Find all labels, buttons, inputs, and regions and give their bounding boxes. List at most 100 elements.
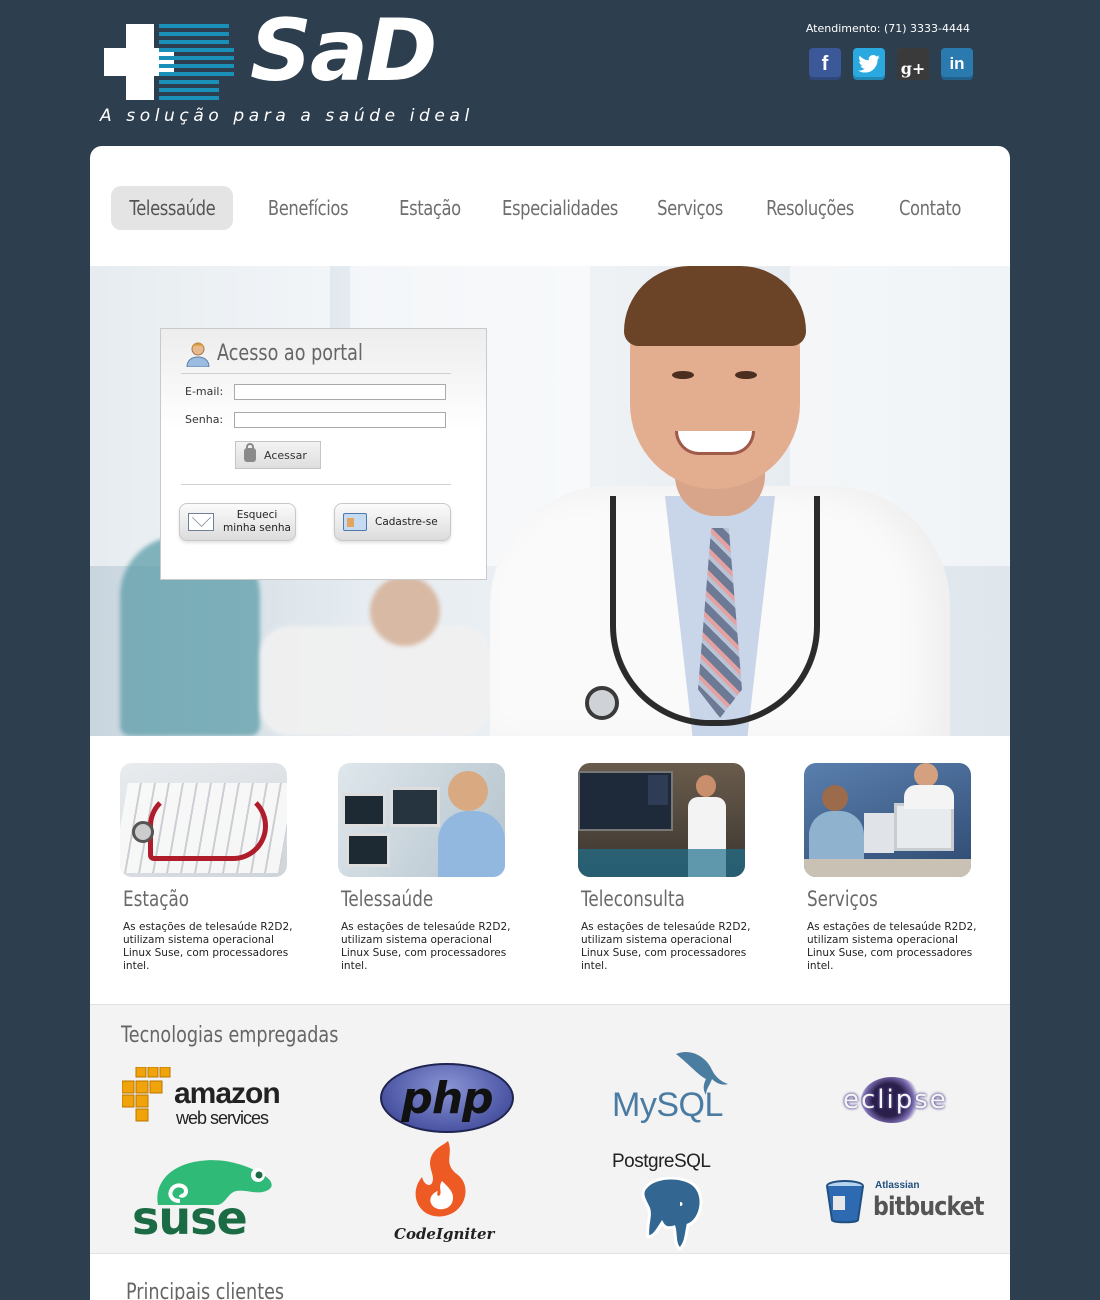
forgot-password-label: Esqueci minha senha [223,509,291,534]
elephant-icon [641,1177,703,1251]
codeigniter-logo: CodeIgniter [390,1141,495,1249]
doctor-eye [735,371,757,379]
postgresql-wordmark: PostgreSQL [612,1151,711,1172]
feature-title: Teleconsulta [581,887,685,911]
feature-card-telessaude[interactable]: Telessaúde As estações de telesaúde R2D2… [338,763,528,973]
feature-image [120,763,287,877]
aws-cubes-icon [122,1067,171,1122]
feature-image [578,763,745,877]
forgot-password-button[interactable]: Esqueci minha senha [179,503,296,541]
feature-image [338,763,505,877]
codeigniter-wordmark: CodeIgniter [394,1225,495,1243]
feature-text: As estações de telesaúde R2D2, utilizam … [123,921,293,972]
contact-phone: Atendimento: (71) 3333-4444 [805,22,970,35]
divider [181,484,451,485]
person-figure [822,785,848,811]
feature-title: Telessaúde [341,887,434,911]
flame-icon [415,1141,466,1217]
eclipse-logo: eclipse [835,1077,975,1127]
suse-wordmark: suse [132,1191,248,1245]
bitbucket-logo: Atlassian bitbucket [825,1180,984,1230]
divider [181,373,451,374]
login-submit-button[interactable]: Acessar [235,441,321,469]
feature-title: Estação [123,887,190,911]
hero-patient-figure [370,576,440,646]
nav-item-beneficios[interactable]: Benefícios [259,186,357,230]
bitbucket-wordmark: bitbucket [873,1192,984,1222]
register-label: Cadastre-se [375,515,438,528]
contact-card-icon [343,513,367,531]
feature-text: As estações de telesaúde R2D2, utilizam … [341,921,511,972]
feature-card-estacao[interactable]: Estação As estações de telesaúde R2D2, u… [120,763,310,973]
nav-item-telessaude[interactable]: Telessaúde [111,186,233,230]
main-panel: Telessaúde Benefícios Estação Especialid… [90,146,1010,1300]
doctor-smile [675,431,755,455]
hero-bed-figure [260,626,490,736]
register-button[interactable]: Cadastre-se [334,503,451,541]
desk-shape [804,859,971,877]
eclipse-wordmark: eclipse [843,1085,948,1115]
hero-banner: Acesso ao portal E-mail: Senha: Acessar … [90,266,1010,736]
php-wordmark: php [401,1072,493,1124]
login-submit-label: Acessar [264,448,307,462]
atlassian-label: Atlassian [875,1180,920,1191]
login-box: Acesso ao portal E-mail: Senha: Acessar … [160,328,487,580]
stethoscope-tube [610,496,820,726]
monitor-shape [342,793,386,827]
google-plus-icon[interactable]: g+ [897,48,929,80]
site-logo[interactable]: SaD A solução para a saúde ideal [100,8,469,134]
technologies-section: Tecnologias empregadas amazon web servic… [90,1004,1010,1254]
logo-wordmark: SaD [250,1,437,101]
nav-item-resolucoes[interactable]: Resoluções [761,186,859,230]
twitter-icon[interactable] [853,48,885,80]
logo-tagline: A solução para a saúde ideal [100,106,474,126]
email-field[interactable] [234,384,446,400]
cross-logo-icon [104,24,234,100]
postgresql-logo: PostgreSQL [610,1151,740,1251]
feature-text: As estações de telesaúde R2D2, utilizam … [581,921,751,972]
nav-item-servicos[interactable]: Serviços [645,186,735,230]
doctor-eye [672,371,694,379]
user-icon [186,342,210,367]
nurse-uniform [438,811,505,877]
envelope-icon [188,513,214,531]
nav-item-contato[interactable]: Contato [885,186,975,230]
technologies-title: Tecnologias empregadas [121,1023,339,1048]
password-label: Senha: [185,413,224,426]
linkedin-icon[interactable]: in [941,48,973,80]
doctor-figure [696,775,716,797]
monitor-shape [346,833,390,867]
amazon-wordmark: amazon [174,1077,281,1110]
monitor-shape [390,787,440,827]
doctor-figure [914,763,938,787]
amazon-web-services-logo: amazon web services [122,1067,292,1129]
social-links: f g+ in [809,48,973,80]
feature-card-servicos[interactable]: Serviços As estações de telesaúde R2D2, … [804,763,994,973]
login-title: Acesso ao portal [217,341,363,366]
nav-item-estacao[interactable]: Estação [385,186,475,230]
monitor-shape [864,813,894,853]
lock-icon [244,443,256,462]
nurse-figure [448,771,488,811]
monitor-shape [894,803,954,851]
feature-title: Serviços [807,887,878,911]
feature-text: As estações de telesaúde R2D2, utilizam … [807,921,977,972]
clients-title: Principais clientes [126,1280,285,1300]
stethoscope-chestpiece [132,821,154,843]
site-header: SaD A solução para a saúde ideal Atendim… [0,0,1100,145]
nav-item-especialidades[interactable]: Especialidades [499,186,622,230]
aws-subtitle: web services [176,1108,269,1128]
feature-card-teleconsulta[interactable]: Teleconsulta As estações de telesaúde R2… [578,763,768,973]
suse-logo: suse [130,1155,280,1247]
floor-shape [578,849,745,877]
facebook-icon[interactable]: f [809,48,841,80]
mysql-logo: MySQL [610,1050,740,1130]
bucket-icon [826,1180,864,1224]
doctor-coat-shape [904,785,954,809]
php-logo: php [380,1063,514,1133]
doctor-hair [624,266,806,346]
screen-shape [648,775,668,805]
email-label: E-mail: [185,385,224,398]
main-nav: Telessaúde Benefícios Estação Especialid… [110,186,990,232]
password-field[interactable] [234,412,446,428]
